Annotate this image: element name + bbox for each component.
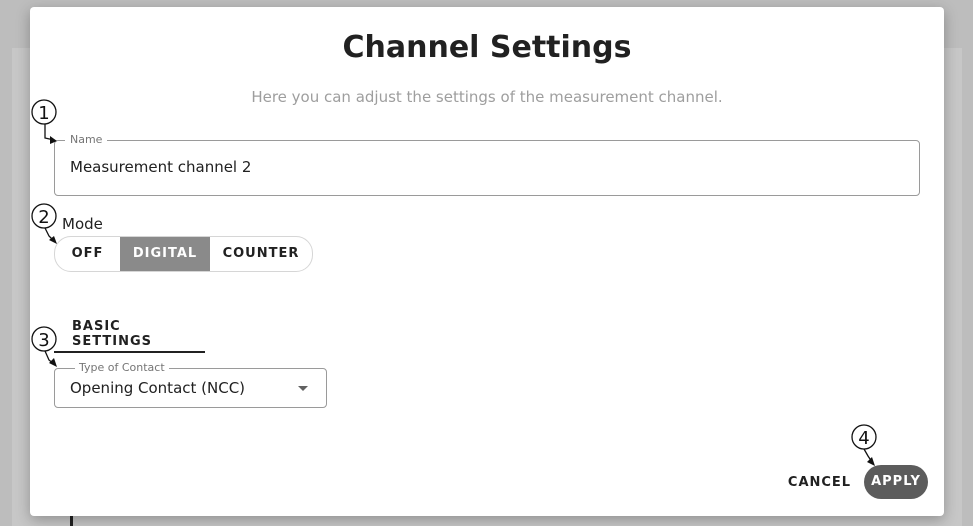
channel-settings-dialog: Channel Settings Here you can adjust the… <box>30 7 944 516</box>
dialog-subtitle: Here you can adjust the settings of the … <box>251 88 723 106</box>
apply-button[interactable]: APPLY <box>864 465 928 499</box>
mode-digital-button[interactable]: DIGITAL <box>120 237 210 271</box>
tab-basic-settings-label: BASIC SETTINGS <box>72 319 153 349</box>
name-input[interactable] <box>70 156 890 178</box>
mode-toggle-group: OFF DIGITAL COUNTER <box>54 236 313 272</box>
mode-counter-button[interactable]: COUNTER <box>210 237 312 271</box>
tab-basic-settings[interactable]: BASIC SETTINGS <box>54 313 205 353</box>
chevron-down-icon <box>298 386 308 391</box>
contact-type-select[interactable]: Type of Contact Opening Contact (NCC) <box>54 361 327 408</box>
mode-off-button[interactable]: OFF <box>55 237 120 271</box>
name-field[interactable]: Name <box>54 133 920 196</box>
name-field-label: Name <box>65 133 108 147</box>
contact-type-value: Opening Contact (NCC) <box>70 379 246 397</box>
dialog-title: Channel Settings <box>342 30 632 65</box>
cancel-button[interactable]: CANCEL <box>782 467 857 499</box>
contact-type-label: Type of Contact <box>75 361 169 375</box>
mode-label: Mode <box>62 215 103 233</box>
